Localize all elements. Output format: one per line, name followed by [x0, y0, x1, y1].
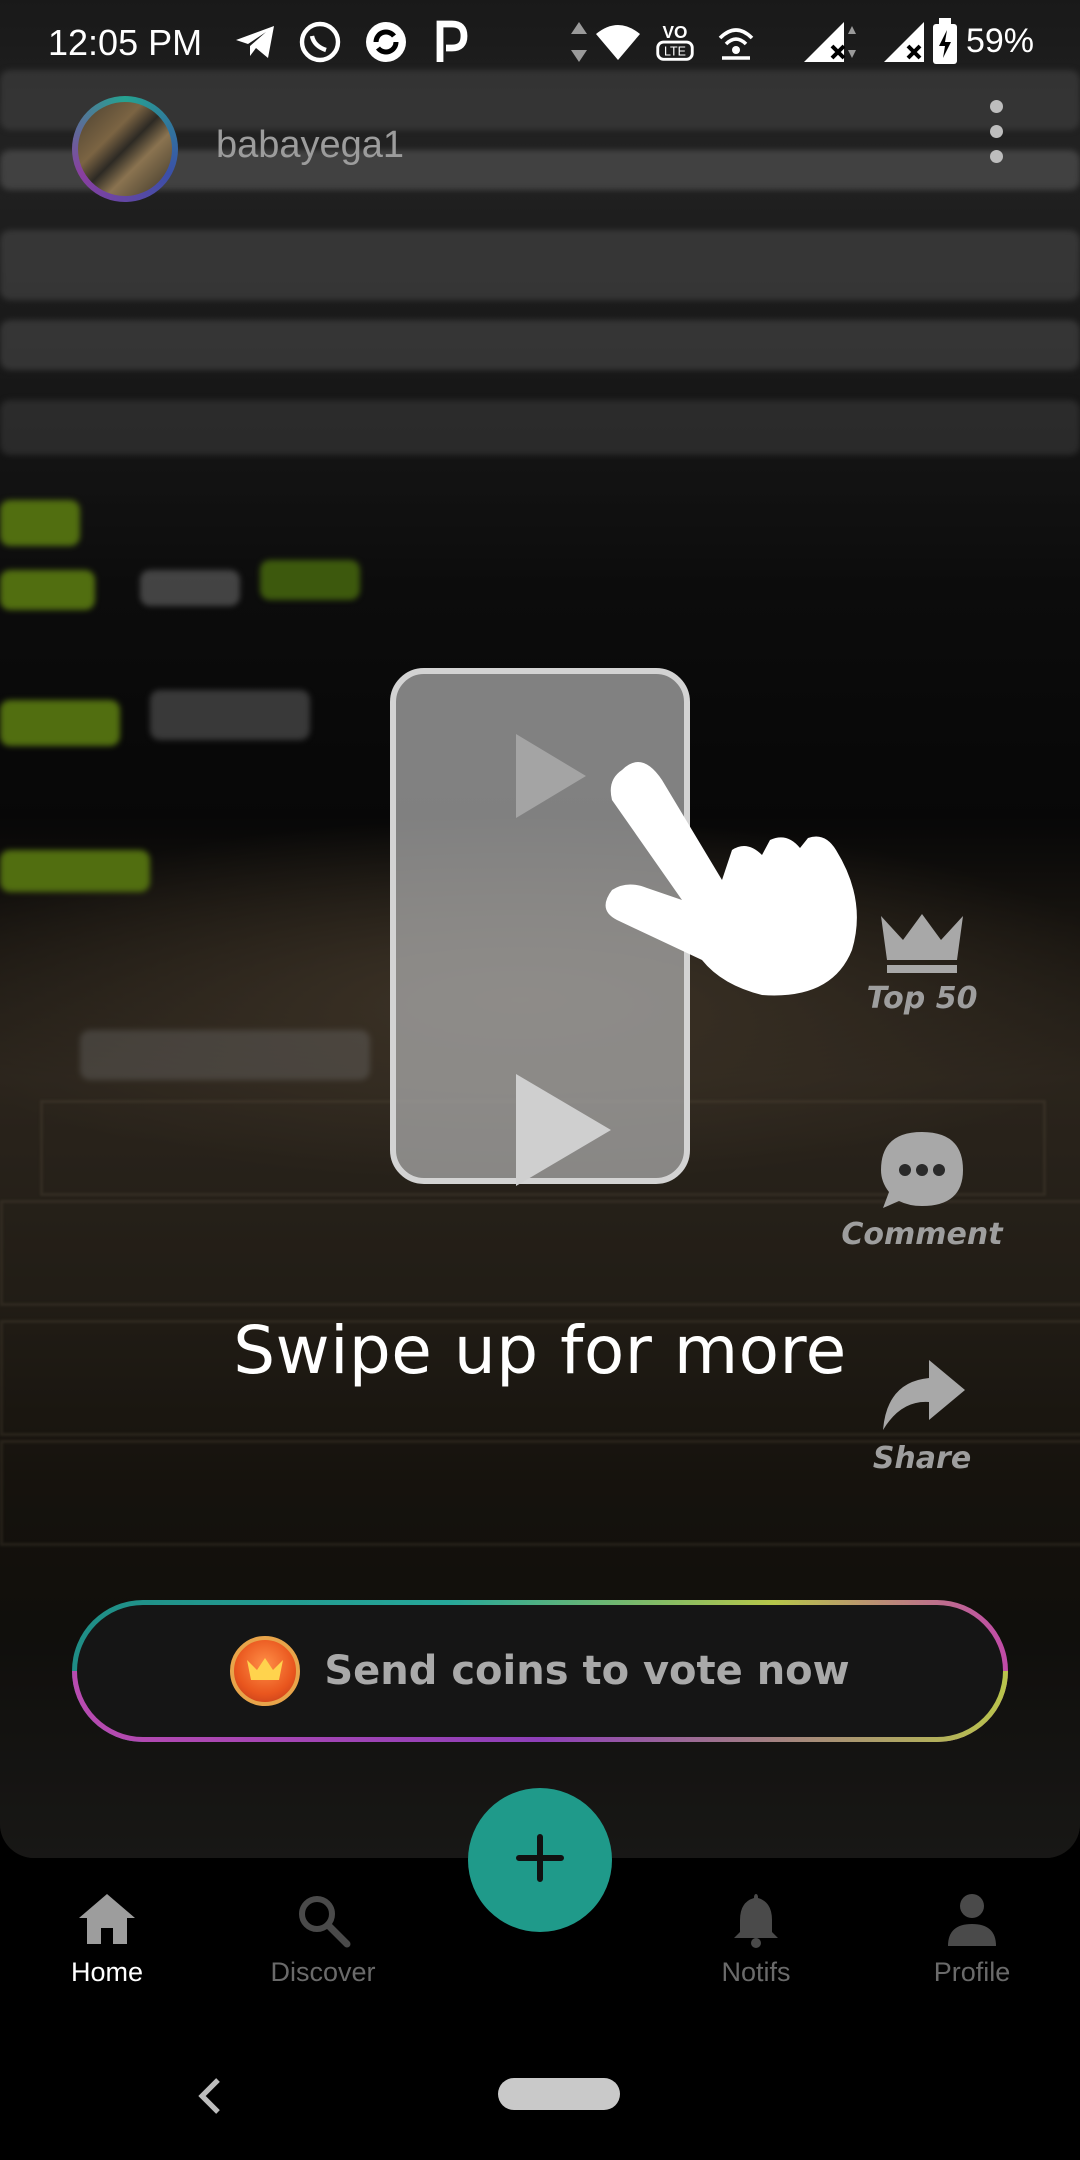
- whatsapp-icon: [296, 18, 344, 75]
- system-home-pill[interactable]: [498, 2078, 620, 2110]
- status-bar: 12:05 PM VO LTE 59%: [0, 0, 1080, 84]
- comment-label: Comment: [841, 1217, 1003, 1252]
- p-icon: [430, 18, 470, 75]
- data-arrows-icon: [568, 18, 590, 75]
- comment-button[interactable]: Comment: [832, 1128, 1012, 1252]
- create-post-button[interactable]: [468, 1788, 612, 1932]
- send-coins-label: Send coins to vote now: [324, 1648, 850, 1694]
- share-button[interactable]: Share: [832, 1356, 1012, 1476]
- play-icon-faded: [516, 734, 586, 818]
- nav-discover[interactable]: Discover: [228, 1890, 418, 1988]
- swipe-hand-icon: [592, 740, 872, 1015]
- nav-profile-label: Profile: [933, 1957, 1011, 1987]
- top-50-label: Top 50: [866, 981, 978, 1016]
- nav-profile[interactable]: Profile: [877, 1890, 1067, 1988]
- status-time: 12:05 PM: [48, 22, 203, 63]
- nav-home-label: Home: [70, 1957, 144, 1987]
- svg-text:VO: VO: [663, 22, 688, 42]
- battery-icon: [930, 18, 960, 75]
- send-coins-vote-button[interactable]: Send coins to vote now: [72, 1600, 1008, 1742]
- nav-notifs-label: Notifs: [721, 1957, 791, 1987]
- avatar[interactable]: [72, 96, 178, 202]
- signal-icon: [800, 18, 860, 75]
- svg-text:LTE: LTE: [664, 44, 686, 58]
- hotspot-icon: [712, 18, 760, 75]
- nav-discover-label: Discover: [270, 1957, 376, 1987]
- more-options-icon[interactable]: [984, 100, 1008, 170]
- share-arrow-icon: [877, 1360, 967, 1440]
- battery-percent: 59%: [965, 22, 1034, 60]
- play-icon: [516, 1074, 611, 1186]
- signal-icon-2: [880, 18, 928, 75]
- top-50-button[interactable]: Top 50: [832, 910, 1012, 1016]
- telegram-icon: [232, 18, 280, 75]
- system-back-icon[interactable]: [192, 2076, 228, 2121]
- nav-home[interactable]: Home: [12, 1890, 202, 1988]
- wifi-icon: [594, 18, 642, 75]
- nav-notifs[interactable]: Notifs: [661, 1890, 851, 1988]
- plus-icon: [515, 1833, 565, 1888]
- search-icon: [291, 1896, 355, 1952]
- username[interactable]: babayega1: [216, 124, 404, 167]
- chat-bubble-icon: [877, 1132, 967, 1216]
- crown-icon: [877, 914, 967, 980]
- sync-icon: [362, 18, 410, 75]
- bell-icon: [724, 1894, 788, 1952]
- share-label: Share: [872, 1441, 972, 1476]
- person-icon: [940, 1894, 1004, 1952]
- crown-coin-icon: [230, 1636, 301, 1706]
- home-icon: [75, 1894, 139, 1952]
- volte-icon: VO LTE: [652, 18, 698, 75]
